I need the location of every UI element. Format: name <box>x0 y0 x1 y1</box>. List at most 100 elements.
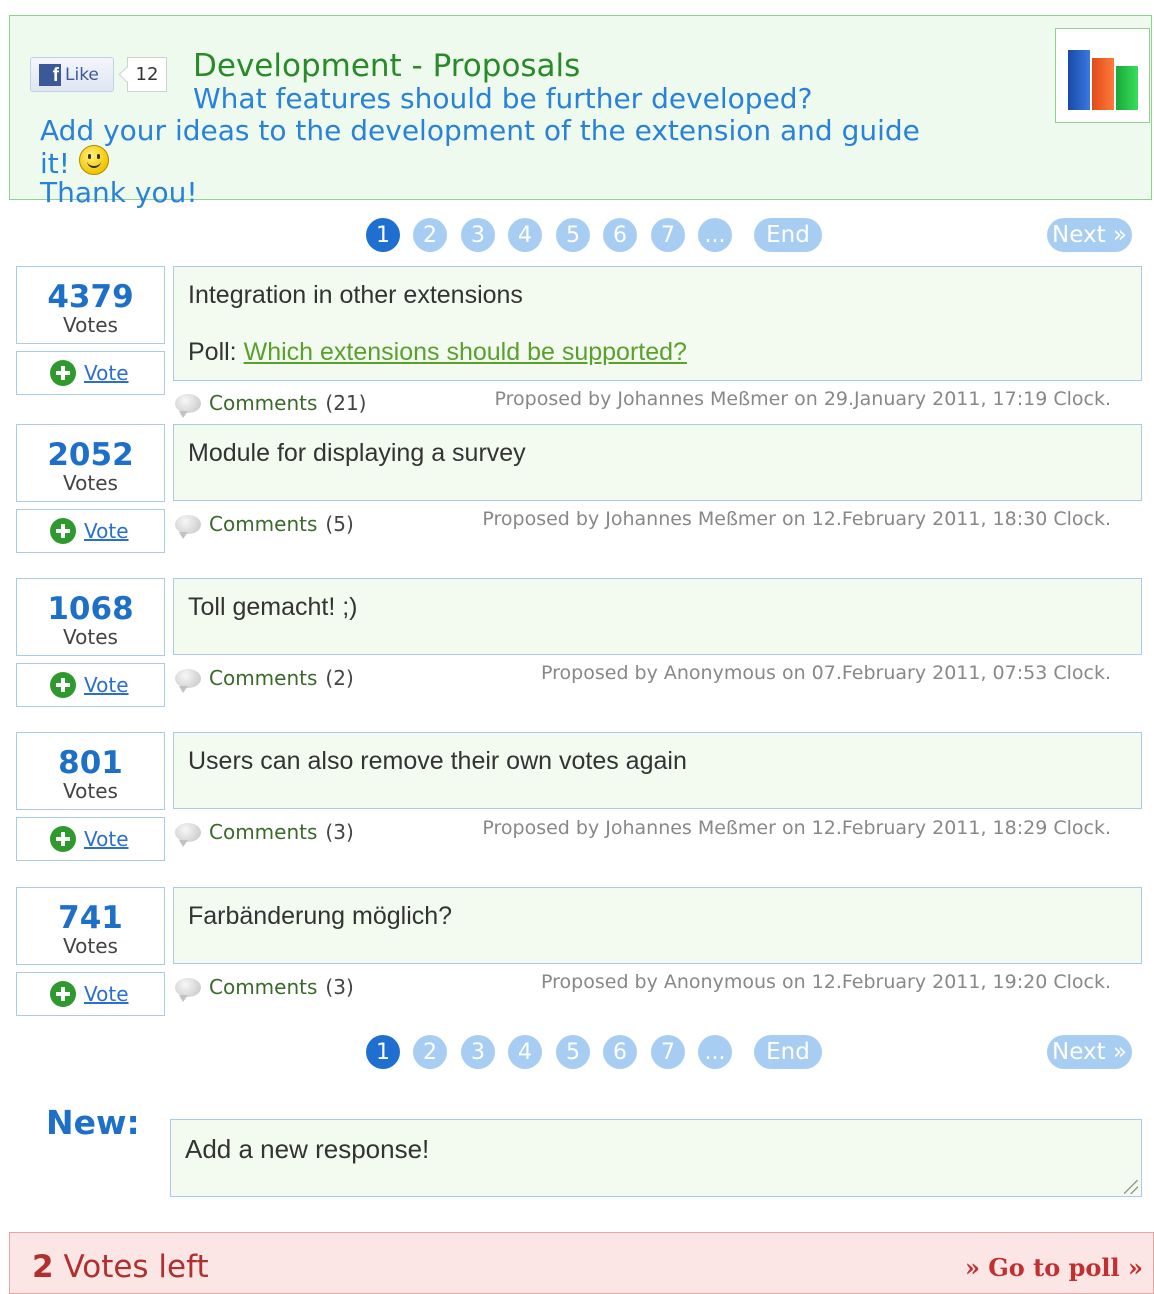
facebook-like-button[interactable]: f Like <box>30 57 114 92</box>
page-ellipsis-button[interactable]: ... <box>698 218 732 252</box>
page-end-button[interactable]: End <box>754 1035 822 1069</box>
votes-left-count: 2 <box>32 1249 54 1285</box>
proposal-text: Toll gemacht! ;) <box>173 578 1142 655</box>
page-1-button[interactable]: 1 <box>366 218 400 252</box>
vote-count-label: Votes <box>63 779 118 803</box>
comments-count: (21) <box>325 391 367 415</box>
comments-label: Comments <box>209 666 318 690</box>
like-label: Like <box>65 64 99 85</box>
comment-bubble-icon <box>175 822 201 847</box>
proposed-by: Proposed by Johannes Meßmer on 29.Januar… <box>494 388 1111 410</box>
page-subtitle: What features should be further develope… <box>193 82 813 115</box>
vote-count-number: 1068 <box>47 591 134 627</box>
vote-count: 801 Votes <box>16 732 165 810</box>
proposal-title: Integration in other extensions <box>188 281 523 309</box>
page-4-button[interactable]: 4 <box>508 218 542 252</box>
page-3-button[interactable]: 3 <box>461 1035 495 1069</box>
proposal-text: Module for displaying a survey <box>173 424 1142 501</box>
vote-count-number: 741 <box>58 900 123 936</box>
proposal-text: Farbänderung möglich? <box>173 887 1142 964</box>
page-5-button[interactable]: 5 <box>556 1035 590 1069</box>
comments-link[interactable]: Comments (3) <box>175 975 354 1002</box>
proposal-title: Farbänderung möglich? <box>188 902 453 930</box>
next-page-button[interactable]: Next » <box>1047 218 1132 252</box>
page-2-button[interactable]: 2 <box>413 218 447 252</box>
vote-button[interactable]: Vote <box>16 972 165 1016</box>
vote-link[interactable]: Vote <box>84 673 129 697</box>
comment-bubble-icon <box>175 514 201 539</box>
comments-count: (3) <box>325 820 354 844</box>
vote-count-number: 2052 <box>47 437 134 473</box>
proposed-by: Proposed by Johannes Meßmer on 12.Februa… <box>482 508 1111 530</box>
comments-count: (3) <box>325 975 354 999</box>
vote-count-number: 801 <box>58 745 123 781</box>
comments-label: Comments <box>209 391 318 415</box>
plus-icon <box>50 360 76 386</box>
comments-link[interactable]: Comments (3) <box>175 820 354 847</box>
comment-bubble-icon <box>175 668 201 693</box>
vote-button[interactable]: Vote <box>16 663 165 707</box>
plus-icon <box>50 826 76 852</box>
page-ellipsis-button[interactable]: ... <box>698 1035 732 1069</box>
plus-icon <box>50 672 76 698</box>
page-5-button[interactable]: 5 <box>556 218 590 252</box>
next-page-button[interactable]: Next » <box>1047 1035 1132 1069</box>
description-line2: Thank you! <box>40 176 198 209</box>
resize-handle[interactable] <box>1124 1180 1138 1194</box>
page-title: Development - Proposals <box>193 48 581 84</box>
page-2-button[interactable]: 2 <box>413 1035 447 1069</box>
comments-label: Comments <box>209 975 318 999</box>
comment-bubble-icon <box>175 393 201 418</box>
vote-count: 2052 Votes <box>16 424 165 502</box>
votes-left-label: Votes left <box>63 1249 209 1285</box>
proposed-by: Proposed by Anonymous on 12.February 201… <box>541 971 1111 993</box>
poll-link[interactable]: Which extensions should be supported? <box>244 338 687 366</box>
page-description: Add your ideas to the development of the… <box>40 116 940 207</box>
poll-prefix: Poll: <box>188 338 237 366</box>
proposed-by: Proposed by Johannes Meßmer on 12.Februa… <box>482 817 1111 839</box>
pagination-bottom: 1 2 3 4 5 6 7 ... End Next » <box>0 1035 1154 1073</box>
pagination-top: 1 2 3 4 5 6 7 ... End Next » <box>0 218 1154 256</box>
proposal-text: Users can also remove their own votes ag… <box>173 732 1142 809</box>
comments-label: Comments <box>209 512 318 536</box>
page-7-button[interactable]: 7 <box>651 1035 685 1069</box>
comments-link[interactable]: Comments (21) <box>175 391 367 418</box>
like-count: 12 <box>127 57 167 92</box>
page-1-button[interactable]: 1 <box>366 1035 400 1069</box>
vote-button[interactable]: Vote <box>16 509 165 553</box>
page-7-button[interactable]: 7 <box>651 218 685 252</box>
vote-link[interactable]: Vote <box>84 361 129 385</box>
comments-link[interactable]: Comments (2) <box>175 666 354 693</box>
votes-left-text: 2 Votes left <box>32 1249 209 1285</box>
comments-label: Comments <box>209 820 318 844</box>
page-6-button[interactable]: 6 <box>603 218 637 252</box>
comments-count: (5) <box>325 512 354 536</box>
page-3-button[interactable]: 3 <box>461 218 495 252</box>
go-to-poll-link[interactable]: » Go to poll » <box>965 1253 1143 1282</box>
page-4-button[interactable]: 4 <box>508 1035 542 1069</box>
comments-link[interactable]: Comments (5) <box>175 512 354 539</box>
vote-count-number: 4379 <box>47 279 134 315</box>
proposal-title: Toll gemacht! ;) <box>188 593 358 621</box>
vote-link[interactable]: Vote <box>84 982 129 1006</box>
vote-link[interactable]: Vote <box>84 827 129 851</box>
vote-link[interactable]: Vote <box>84 519 129 543</box>
vote-count-label: Votes <box>63 625 118 649</box>
facebook-icon: f <box>39 63 61 86</box>
page-6-button[interactable]: 6 <box>603 1035 637 1069</box>
poll-reference: Poll: Which extensions should be support… <box>188 338 1127 367</box>
vote-count: 4379 Votes <box>16 266 165 344</box>
vote-button[interactable]: Vote <box>16 817 165 861</box>
plus-icon <box>50 981 76 1007</box>
votes-left-bar: 2 Votes left » Go to poll » <box>9 1232 1154 1294</box>
proposed-by: Proposed by Anonymous on 07.February 201… <box>541 662 1111 684</box>
smiley-icon <box>78 145 109 175</box>
vote-count: 741 Votes <box>16 887 165 965</box>
comments-count: (2) <box>325 666 354 690</box>
proposal-text: Integration in other extensions Poll: Wh… <box>173 266 1142 381</box>
comment-bubble-icon <box>175 977 201 1002</box>
page-end-button[interactable]: End <box>754 218 822 252</box>
vote-count: 1068 Votes <box>16 578 165 656</box>
new-response-input[interactable] <box>170 1119 1142 1197</box>
vote-button[interactable]: Vote <box>16 351 165 395</box>
